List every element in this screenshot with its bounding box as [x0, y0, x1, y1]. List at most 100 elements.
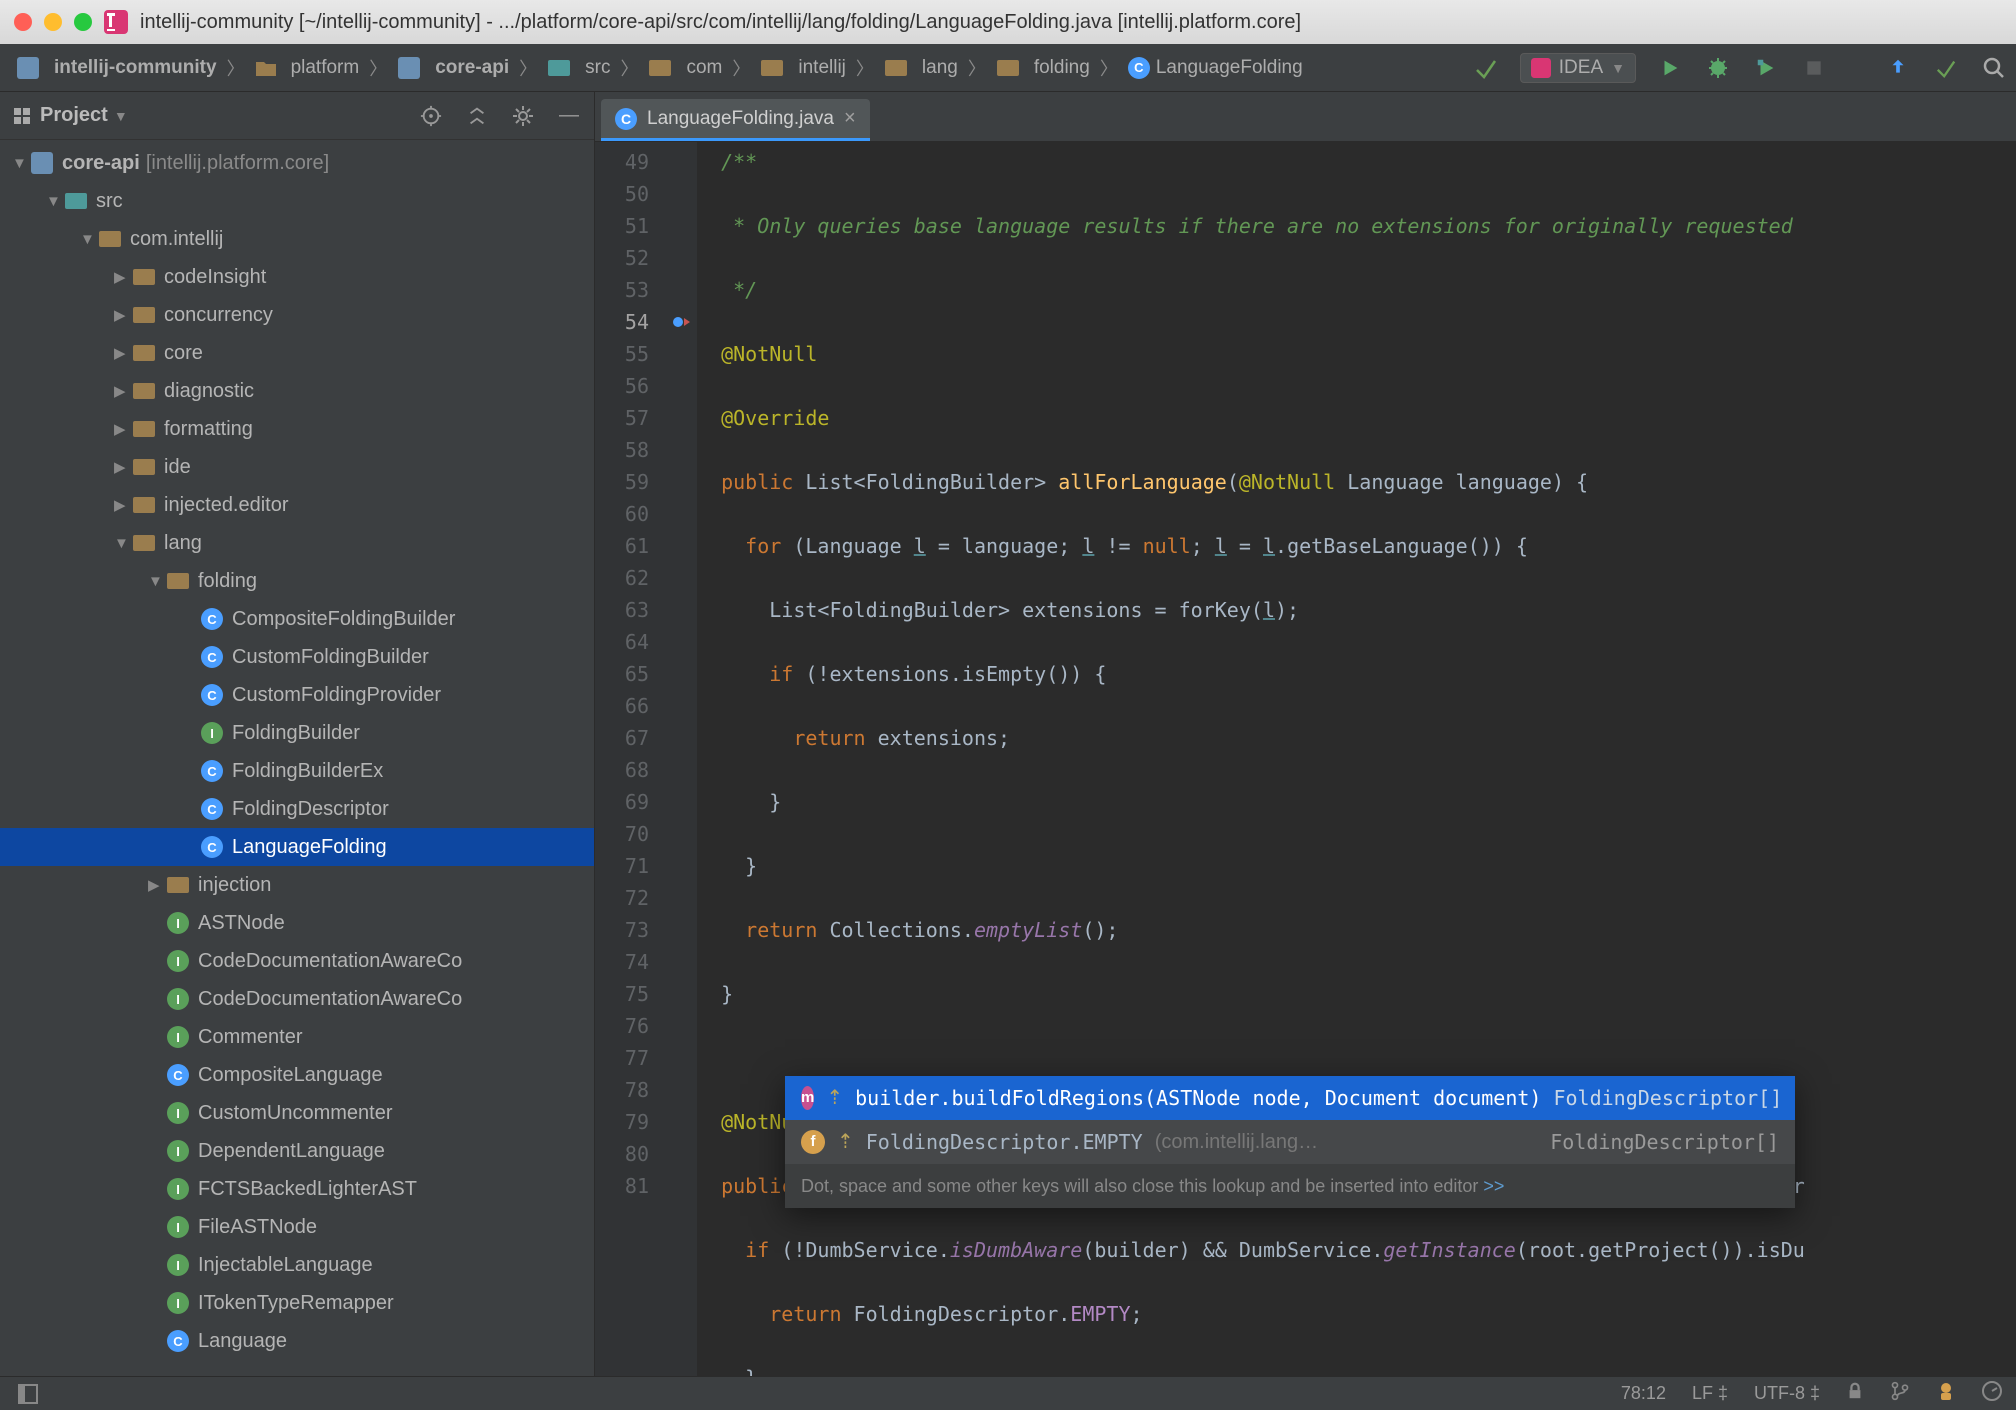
collapse-icon[interactable] — [464, 103, 490, 129]
tree-node[interactable]: CCompositeFoldingBuilder — [0, 600, 594, 638]
tree-node[interactable]: CCompositeLanguage — [0, 1056, 594, 1094]
caret-position[interactable]: 78:12 — [1621, 1383, 1666, 1404]
window-title: intellij-community [~/intellij-community… — [140, 11, 1301, 34]
bc-class[interactable]: CLanguageFolding — [1120, 57, 1311, 79]
completion-type: FoldingDescriptor[] — [1553, 1082, 1782, 1114]
traffic-lights[interactable] — [14, 13, 92, 31]
completion-popup[interactable]: m ⇡ builder.buildFoldRegions(ASTNode nod… — [785, 1076, 1795, 1208]
vcs-update-icon[interactable] — [1884, 54, 1912, 82]
tree-node[interactable]: ▼core-api [intellij.platform.core] — [0, 144, 594, 182]
tool-windows-icon[interactable] — [14, 1380, 42, 1408]
locate-icon[interactable] — [418, 103, 444, 129]
tree-node[interactable]: IFileASTNode — [0, 1208, 594, 1246]
tree-node[interactable]: CFoldingDescriptor — [0, 790, 594, 828]
tree-node[interactable]: CLanguage — [0, 1322, 594, 1360]
tree-node[interactable]: ▶formatting — [0, 410, 594, 448]
run-config-label: IDEA — [1559, 57, 1603, 79]
intellij-icon — [1531, 58, 1551, 78]
search-icon[interactable] — [1980, 54, 2008, 82]
bc-project[interactable]: intellij-community — [8, 56, 225, 80]
gutter-markers — [667, 142, 697, 1376]
lock-icon[interactable] — [1846, 1382, 1864, 1405]
bc-folding[interactable]: folding — [988, 56, 1098, 80]
tree-node[interactable]: CCustomFoldingBuilder — [0, 638, 594, 676]
tree-node[interactable]: IITokenTypeRemapper — [0, 1284, 594, 1322]
tree-node[interactable]: ▼com.intellij — [0, 220, 594, 258]
tree-node[interactable]: ▼lang — [0, 524, 594, 562]
hide-icon[interactable]: — — [556, 103, 582, 129]
tool-window-header[interactable]: Project ▼ — — [0, 92, 594, 140]
project-icon — [12, 106, 32, 126]
tab-label: LanguageFolding.java — [647, 108, 834, 130]
tree-node[interactable]: CFoldingBuilderEx — [0, 752, 594, 790]
tool-window-title: Project — [40, 104, 108, 127]
intellij-logo-icon — [104, 10, 128, 34]
tree-node[interactable]: ▼folding — [0, 562, 594, 600]
project-tree[interactable]: ▼core-api [intellij.platform.core]▼src▼c… — [0, 140, 594, 1376]
vcs-commit-icon[interactable] — [1932, 54, 1960, 82]
method-icon: m — [801, 1086, 814, 1110]
tree-node[interactable]: ▶diagnostic — [0, 372, 594, 410]
chevron-down-icon[interactable]: ▼ — [114, 108, 128, 124]
completion-hint: Dot, space and some other keys will also… — [785, 1164, 1795, 1208]
tree-node[interactable]: ICustomUncommenter — [0, 1094, 594, 1132]
bc-coreapi[interactable]: core-api — [389, 56, 517, 80]
tree-node[interactable]: IASTNode — [0, 904, 594, 942]
completion-hint-link[interactable]: >> — [1483, 1176, 1504, 1196]
status-bar: 78:12 LF ‡ UTF-8 ‡ — [0, 1376, 2016, 1410]
completion-text: FoldingDescriptor.EMPTY — [866, 1126, 1143, 1158]
fullscreen-window-button[interactable] — [74, 13, 92, 31]
project-tool-window: Project ▼ — ▼core-api [intellij.platform… — [0, 92, 595, 1376]
tree-node[interactable]: CCustomFoldingProvider — [0, 676, 594, 714]
completion-text: builder.buildFoldRegions(ASTNode node, D… — [855, 1082, 1541, 1114]
code-editor[interactable]: 4950515253545556575859606162636465666768… — [595, 142, 2016, 1376]
window-titlebar: intellij-community [~/intellij-community… — [0, 0, 2016, 44]
debug-icon[interactable] — [1704, 54, 1732, 82]
hector-icon[interactable] — [1936, 1381, 1956, 1406]
tree-node[interactable]: IFCTSBackedLighterAST — [0, 1170, 594, 1208]
encoding[interactable]: UTF-8 ‡ — [1754, 1383, 1820, 1404]
tree-node[interactable]: ▶codeInsight — [0, 258, 594, 296]
completion-type: FoldingDescriptor[] — [1550, 1126, 1779, 1158]
gutter-line-numbers: 4950515253545556575859606162636465666768… — [595, 142, 667, 1376]
bc-src[interactable]: src — [539, 56, 618, 80]
main-area: Project ▼ — ▼core-api [intellij.platform… — [0, 92, 2016, 1376]
class-icon: C — [615, 108, 637, 130]
run-config-dropdown[interactable]: IDEA ▼ — [1520, 53, 1636, 83]
tree-node[interactable]: ICommenter — [0, 1018, 594, 1056]
tree-node[interactable]: ▶injected.editor — [0, 486, 594, 524]
bc-lang[interactable]: lang — [876, 56, 966, 80]
tree-node[interactable]: ▶injection — [0, 866, 594, 904]
chevron-down-icon: ▼ — [1611, 60, 1625, 76]
tree-node[interactable]: ICodeDocumentationAwareCo — [0, 980, 594, 1018]
close-tab-icon[interactable]: × — [844, 107, 856, 130]
tree-node[interactable]: ICodeDocumentationAwareCo — [0, 942, 594, 980]
code-source[interactable]: /** * Only queries base language results… — [697, 142, 2016, 1376]
tab-languagefolding[interactable]: C LanguageFolding.java × — [601, 99, 870, 141]
close-window-button[interactable] — [14, 13, 32, 31]
build-icon[interactable] — [1472, 54, 1500, 82]
tree-node[interactable]: CLanguageFolding — [0, 828, 594, 866]
bc-intellij[interactable]: intellij — [752, 56, 854, 80]
stop-icon — [1800, 54, 1828, 82]
editor-area: C LanguageFolding.java × 495051525354555… — [595, 92, 2016, 1376]
field-icon: f — [801, 1130, 825, 1154]
bc-com[interactable]: com — [640, 56, 730, 80]
minimize-window-button[interactable] — [44, 13, 62, 31]
completion-item[interactable]: m ⇡ builder.buildFoldRegions(ASTNode nod… — [785, 1076, 1795, 1120]
git-branch-icon[interactable] — [1890, 1381, 1910, 1406]
coverage-icon[interactable] — [1752, 54, 1780, 82]
bc-platform[interactable]: platform — [247, 57, 368, 79]
tree-node[interactable]: ▼src — [0, 182, 594, 220]
gear-icon[interactable] — [510, 103, 536, 129]
completion-item[interactable]: f ⇡ FoldingDescriptor.EMPTY (com.intelli… — [785, 1120, 1795, 1164]
memory-icon[interactable] — [1982, 1381, 2002, 1406]
tree-node[interactable]: ▶core — [0, 334, 594, 372]
line-ending[interactable]: LF ‡ — [1692, 1383, 1728, 1404]
tree-node[interactable]: IDependentLanguage — [0, 1132, 594, 1170]
tree-node[interactable]: IFoldingBuilder — [0, 714, 594, 752]
tree-node[interactable]: IInjectableLanguage — [0, 1246, 594, 1284]
tree-node[interactable]: ▶concurrency — [0, 296, 594, 334]
tree-node[interactable]: ▶ide — [0, 448, 594, 486]
run-icon[interactable] — [1656, 54, 1684, 82]
